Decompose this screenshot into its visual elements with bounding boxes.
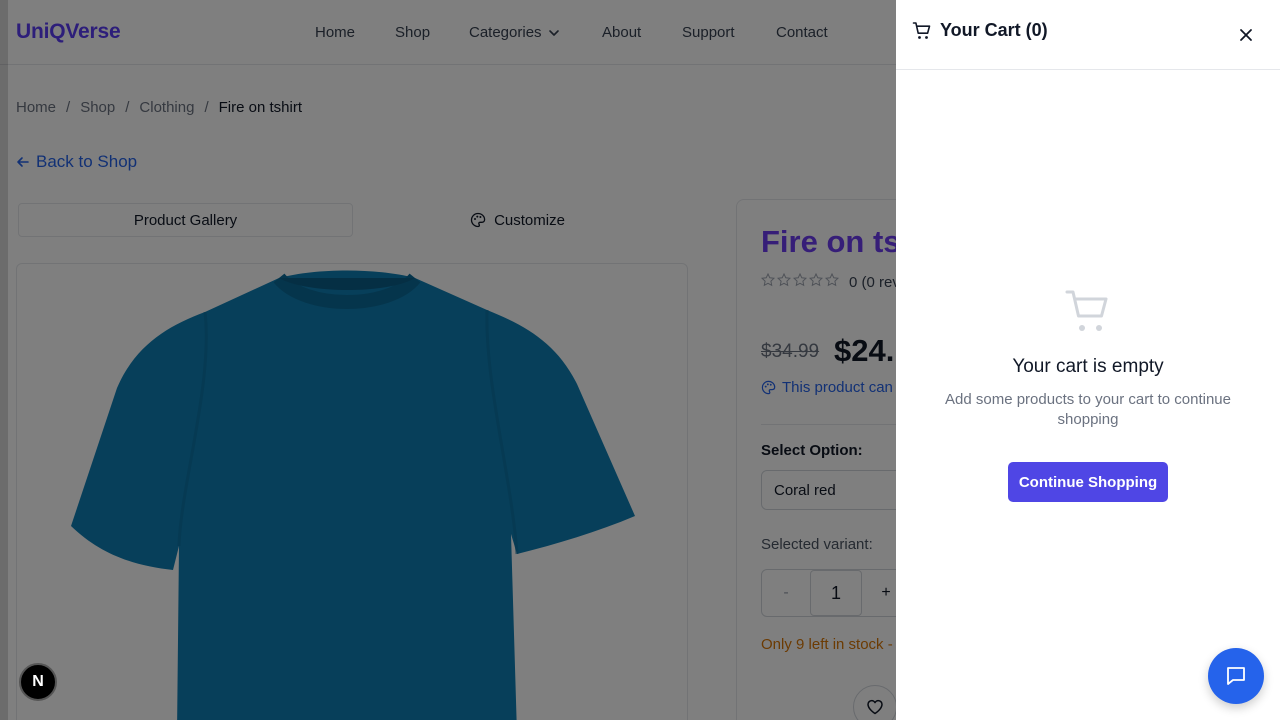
cart-title: Your Cart (0)	[912, 20, 1048, 41]
shopping-cart-icon	[912, 21, 931, 39]
dev-tools-badge[interactable]: N	[19, 663, 57, 701]
close-cart-button[interactable]	[1235, 24, 1257, 46]
cart-header: Your Cart (0)	[896, 0, 1280, 70]
empty-cart-subtitle: Add some products to your cart to contin…	[945, 391, 1231, 428]
cart-title-text: Your Cart (0)	[940, 20, 1048, 40]
empty-cart-title: Your cart is empty	[1012, 356, 1164, 377]
chat-button[interactable]	[1208, 648, 1264, 704]
backdrop-edge	[0, 0, 8, 720]
close-icon	[1240, 29, 1252, 41]
modal-backdrop[interactable]	[0, 0, 896, 720]
chat-bubble-icon	[1227, 667, 1245, 685]
cart-drawer: Your Cart (0) Your cart is empty Add som…	[896, 0, 1280, 720]
empty-cart-icon	[1065, 290, 1108, 331]
continue-shopping-button[interactable]: Continue Shopping	[1008, 462, 1168, 502]
